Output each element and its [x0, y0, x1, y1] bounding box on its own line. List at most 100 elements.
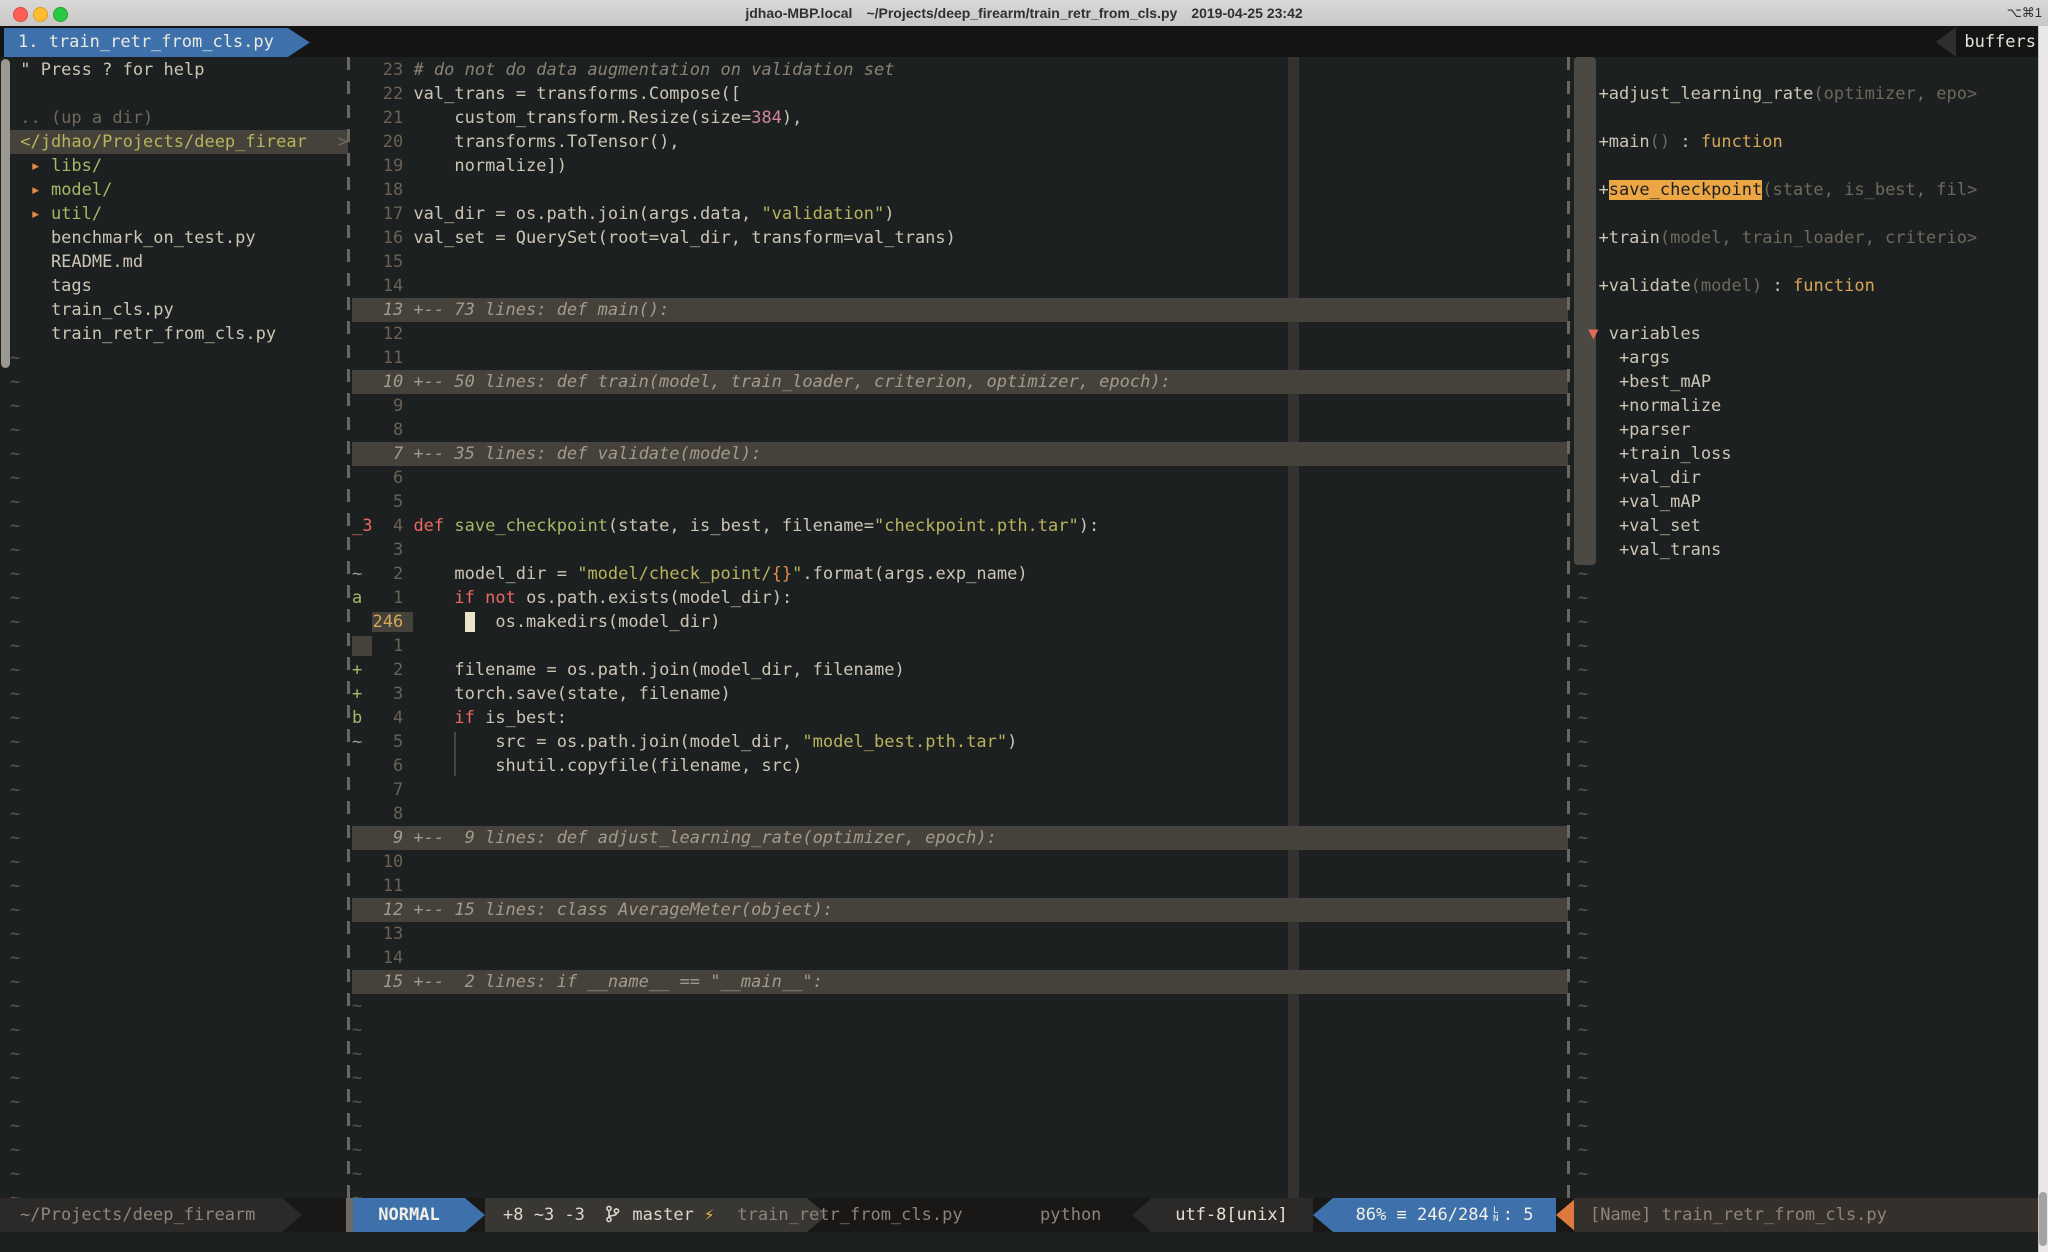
- code-line[interactable]: 3: [352, 538, 1568, 562]
- command-line[interactable]: [0, 1232, 2048, 1252]
- cursor: [465, 612, 475, 632]
- trigram-icon: ≡: [1397, 1205, 1407, 1225]
- empty-line-tilde: ~: [10, 730, 348, 754]
- empty-line-tilde: ~: [1578, 946, 2037, 970]
- nerdtree-window[interactable]: " Press ? for help .. (up a dir) </jdhao…: [10, 58, 348, 1198]
- code-line[interactable]: 8: [352, 802, 1568, 826]
- tag-val-set[interactable]: +val_set: [1578, 514, 2037, 538]
- code-line[interactable]: _3 4 def save_checkpoint(state, is_best,…: [352, 514, 1568, 538]
- cursor-line[interactable]: 246 os.makedirs(model_dir): [352, 610, 1568, 634]
- tag-adjust-learning-rate[interactable]: +adjust_learning_rate(optimizer, epo>: [1578, 82, 2037, 106]
- line-number-icon: LN: [1491, 1207, 1501, 1223]
- code-line[interactable]: 10: [352, 850, 1568, 874]
- code-line[interactable]: 6: [352, 466, 1568, 490]
- tag-args[interactable]: +args: [1578, 346, 2037, 370]
- code-window[interactable]: 23 # do not do data augmentation on vali…: [352, 58, 1568, 1198]
- code-line[interactable]: 6 shutil.copyfile(filename, src): [352, 754, 1568, 778]
- code-line[interactable]: 23 # do not do data augmentation on vali…: [352, 58, 1568, 82]
- code-line[interactable]: ~ 5 src = os.path.join(model_dir, "model…: [352, 730, 1568, 754]
- empty-line-tilde: ~: [1578, 586, 2037, 610]
- tag-validate[interactable]: +validate(model) : function: [1578, 274, 2037, 298]
- code-line[interactable]: 19 normalize]): [352, 154, 1568, 178]
- code-line[interactable]: 15: [352, 250, 1568, 274]
- empty-line-tilde: ~: [352, 1138, 1568, 1162]
- code-line[interactable]: a 1 if not os.path.exists(model_dir):: [352, 586, 1568, 610]
- powerline-arrow-icon: [282, 1198, 302, 1232]
- tag-train[interactable]: +train(model, train_loader, criterio>: [1578, 226, 2037, 250]
- window-separator-left[interactable]: [347, 57, 350, 1198]
- tree-file[interactable]: tags: [10, 274, 348, 298]
- tree-file[interactable]: train_retr_from_cls.py: [10, 322, 348, 346]
- tree-dir-model[interactable]: ▸ model/: [10, 178, 348, 202]
- code-line[interactable]: 18: [352, 178, 1568, 202]
- code-line[interactable]: 13: [352, 922, 1568, 946]
- tree-file[interactable]: README.md: [10, 250, 348, 274]
- tag-val-dir[interactable]: +val_dir: [1578, 466, 2037, 490]
- empty-line-tilde: ~: [10, 538, 348, 562]
- tag-normalize[interactable]: +normalize: [1578, 394, 2037, 418]
- empty-line-tilde: ~: [10, 514, 348, 538]
- code-line[interactable]: 16 val_set = QuerySet(root=val_dir, tran…: [352, 226, 1568, 250]
- tree-file[interactable]: train_cls.py: [10, 298, 348, 322]
- empty-line-tilde: ~: [1578, 850, 2037, 874]
- empty-line-tilde: ~: [10, 754, 348, 778]
- empty-line-tilde: ~: [1578, 562, 2037, 586]
- tag-train-loss[interactable]: +train_loss: [1578, 442, 2037, 466]
- tag-val-trans[interactable]: +val_trans: [1578, 538, 2037, 562]
- empty-line-tilde: ~: [1578, 898, 2037, 922]
- window-shortcut-indicator: ⌥⌘1: [2007, 0, 2042, 26]
- blank: [10, 82, 348, 106]
- tree-root[interactable]: </jdhao/Projects/deep_firear >: [10, 130, 348, 154]
- empty-line-tilde: ~: [10, 394, 348, 418]
- folded-code-line[interactable]: 12 +-- 15 lines: class AverageMeter(obje…: [352, 898, 1568, 922]
- tag-save-checkpoint[interactable]: +save_checkpoint(state, is_best, fil>: [1578, 178, 2037, 202]
- window-separator-right[interactable]: [1567, 57, 1570, 1198]
- code-line[interactable]: 12: [352, 322, 1568, 346]
- code-line[interactable]: 5: [352, 490, 1568, 514]
- tagbar-window[interactable]: +adjust_learning_rate(optimizer, epo> +m…: [1578, 58, 2037, 1186]
- code-line[interactable]: 11: [352, 346, 1568, 370]
- left-scrollbar-thumb[interactable]: [1, 59, 10, 368]
- code-line[interactable]: 14: [352, 946, 1568, 970]
- empty-line-tilde: ~: [1578, 1018, 2037, 1042]
- code-line[interactable]: 17 val_dir = os.path.join(args.data, "va…: [352, 202, 1568, 226]
- code-line[interactable]: 20 transforms.ToTensor(),: [352, 130, 1568, 154]
- tag-main[interactable]: +main() : function: [1578, 130, 2037, 154]
- right-scrollbar-track[interactable]: [2038, 26, 2048, 1252]
- folded-code-line[interactable]: 15 +-- 2 lines: if __name__ == "__main__…: [352, 970, 1568, 994]
- tag-best-mAP[interactable]: +best_mAP: [1578, 370, 2037, 394]
- code-line[interactable]: 11: [352, 874, 1568, 898]
- tree-dir-util[interactable]: ▸ util/: [10, 202, 348, 226]
- folded-code-line[interactable]: 13 +-- 73 lines: def main():: [352, 298, 1568, 322]
- macvim-window: jdhao-MBP.local~/Projects/deep_firearm/t…: [0, 0, 2048, 1252]
- empty-line-tilde: ~: [1578, 754, 2037, 778]
- powerline-arrow-icon: [465, 1198, 485, 1232]
- code-line[interactable]: 22 val_trans = transforms.Compose([: [352, 82, 1568, 106]
- tag-kind-variables[interactable]: ▼ variables: [1578, 322, 2037, 346]
- code-line[interactable]: 7: [352, 778, 1568, 802]
- code-line[interactable]: 21 custom_transform.Resize(size=384),: [352, 106, 1568, 130]
- code-line[interactable]: b 4 if is_best:: [352, 706, 1568, 730]
- code-line[interactable]: 14: [352, 274, 1568, 298]
- folded-code-line[interactable]: 9 +-- 9 lines: def adjust_learning_rate(…: [352, 826, 1568, 850]
- code-line[interactable]: + 3 torch.save(state, filename): [352, 682, 1568, 706]
- tree-file[interactable]: benchmark_on_test.py: [10, 226, 348, 250]
- blank: [1578, 298, 2037, 322]
- folded-code-line[interactable]: 7 +-- 35 lines: def validate(model):: [352, 442, 1568, 466]
- folded-code-line[interactable]: 10 +-- 50 lines: def train(model, train_…: [352, 370, 1568, 394]
- code-line[interactable]: + 2 filename = os.path.join(model_dir, f…: [352, 658, 1568, 682]
- up-a-dir[interactable]: .. (up a dir): [10, 106, 348, 130]
- tree-dir-libs[interactable]: ▸ libs/: [10, 154, 348, 178]
- tabline-arrow-icon: [1936, 27, 1956, 57]
- empty-line-tilde: ~: [1578, 1114, 2037, 1138]
- code-line[interactable]: 1: [352, 634, 1568, 658]
- empty-line-tilde: ~: [1578, 922, 2037, 946]
- tab-train-retr-from-cls[interactable]: 1. train_retr_from_cls.py: [4, 28, 310, 57]
- code-line[interactable]: 9: [352, 394, 1568, 418]
- code-line[interactable]: ~ 2 model_dir = "model/check_point/{}".f…: [352, 562, 1568, 586]
- tag-val-mAP[interactable]: +val_mAP: [1578, 490, 2037, 514]
- tag-parser[interactable]: +parser: [1578, 418, 2037, 442]
- code-line[interactable]: 8: [352, 418, 1568, 442]
- right-scrollbar-thumb[interactable]: [2039, 1192, 2047, 1246]
- buffers-label: buffers: [1964, 32, 2036, 52]
